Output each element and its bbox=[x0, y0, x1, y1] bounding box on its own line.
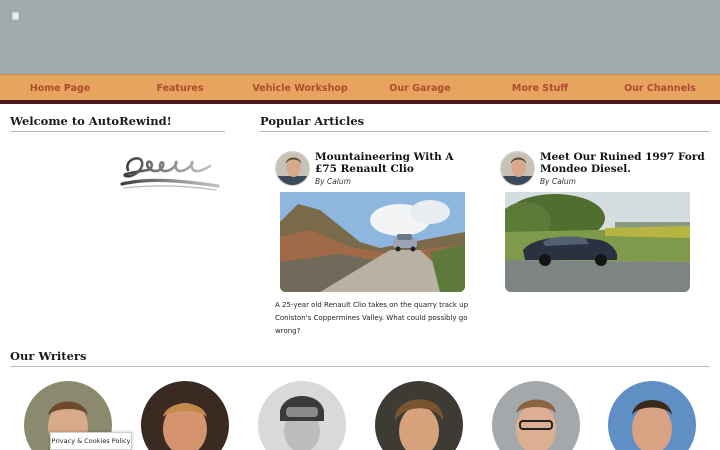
nav-more-stuff[interactable]: More Stuff bbox=[480, 75, 600, 101]
writer-avatar[interactable] bbox=[608, 381, 696, 450]
writers-divider bbox=[10, 366, 710, 367]
main-nav: Home Page Features Vehicle Workshop Our … bbox=[0, 74, 720, 100]
article-photo-mondeo[interactable] bbox=[505, 192, 690, 292]
nav-our-channels[interactable]: Our Channels bbox=[600, 75, 720, 101]
article-description: A 25-year old Renault Clio takes on the … bbox=[275, 301, 469, 335]
nav-home-page[interactable]: Home Page bbox=[0, 75, 120, 101]
writer-avatar[interactable] bbox=[375, 381, 463, 450]
writer-avatar[interactable] bbox=[141, 381, 229, 450]
nav-divider bbox=[0, 100, 720, 104]
writers-heading: Our Writers bbox=[10, 349, 87, 363]
welcome-heading: Welcome to AutoRewind! bbox=[10, 114, 172, 128]
welcome-divider bbox=[10, 131, 225, 132]
privacy-cookies-button[interactable]: Privacy & Cookies Policy bbox=[50, 432, 132, 450]
article-title-clio[interactable]: Mountaineering With A £75 Renault Clio bbox=[315, 151, 475, 175]
writer-avatar[interactable] bbox=[258, 381, 346, 450]
article-photo-clio[interactable] bbox=[280, 192, 465, 292]
nav-features[interactable]: Features bbox=[120, 75, 240, 101]
article-author: By Calum bbox=[540, 177, 576, 186]
site-header bbox=[0, 0, 720, 74]
signature-image bbox=[120, 157, 220, 191]
popular-divider bbox=[260, 131, 710, 132]
nav-vehicle-workshop[interactable]: Vehicle Workshop bbox=[240, 75, 360, 101]
nav-our-garage[interactable]: Our Garage bbox=[360, 75, 480, 101]
article-title-mondeo[interactable]: Meet Our Ruined 1997 Ford Mondeo Diesel. bbox=[540, 151, 710, 175]
popular-heading: Popular Articles bbox=[260, 114, 365, 128]
author-avatar[interactable] bbox=[275, 151, 310, 186]
author-avatar[interactable] bbox=[500, 151, 535, 186]
site-logo[interactable] bbox=[12, 12, 19, 20]
article-author: By Calum bbox=[315, 177, 351, 186]
writer-avatar[interactable] bbox=[492, 381, 580, 450]
